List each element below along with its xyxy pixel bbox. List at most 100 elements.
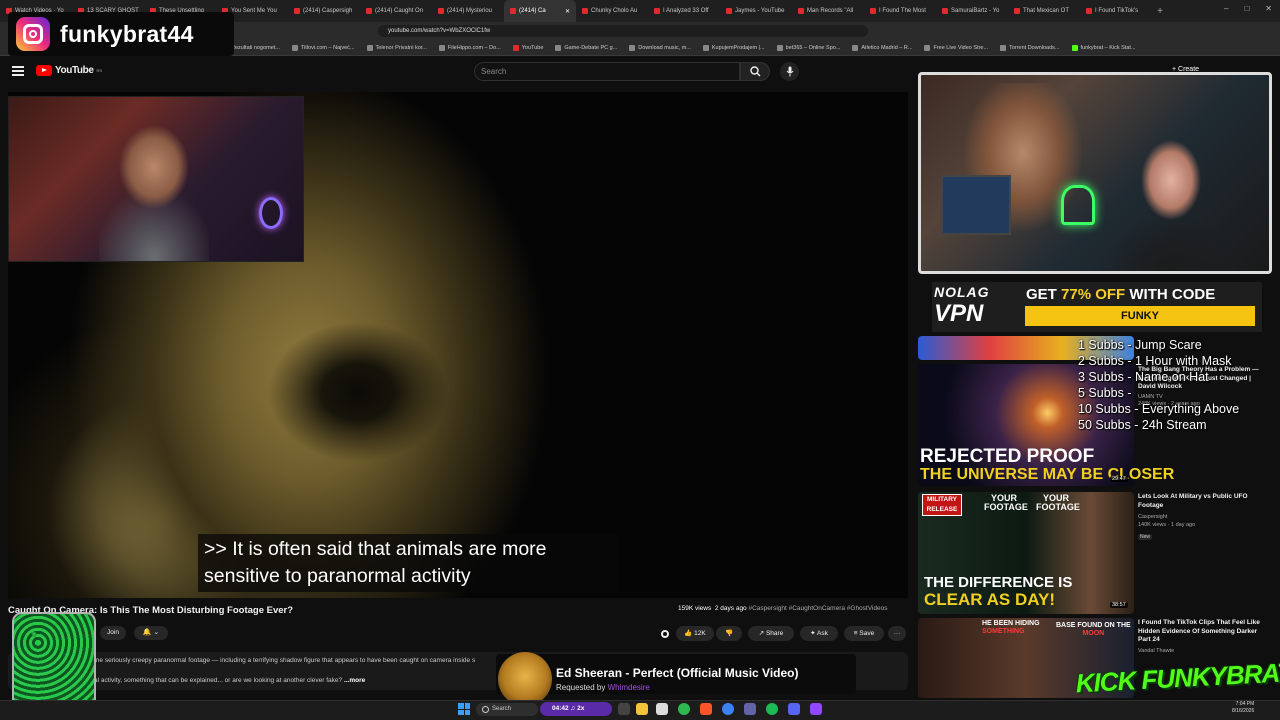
bookmark[interactable]: Game-Debate PC g... (555, 44, 617, 51)
browser-tab[interactable]: That Mexican OT (1008, 0, 1080, 22)
thumbnail-label: YOUR FOOTAGE (1036, 493, 1080, 512)
window-controls: – □ ✕ (1224, 4, 1272, 13)
gear-icon[interactable] (660, 629, 670, 639)
instagram-overlay: funkybrat44 (8, 12, 234, 56)
instagram-icon (16, 17, 50, 51)
youtube-icon (726, 8, 732, 14)
bookmark[interactable]: Download music, m... (629, 44, 691, 51)
song-title: Ed Sheeran - Perfect (Official Music Vid… (556, 666, 799, 680)
menu-icon[interactable] (12, 66, 24, 76)
browser-tab[interactable]: Chunky Cholo Au (576, 0, 648, 22)
more-actions-button[interactable]: ··· (888, 626, 906, 641)
search-input[interactable]: Search (474, 62, 740, 81)
bookmark-icon (702, 44, 709, 51)
description-text: me seriously creepy paranormal footage —… (94, 657, 476, 664)
edge-icon[interactable] (722, 703, 734, 715)
join-button[interactable]: Join (100, 626, 126, 640)
browser-tab-active[interactable]: (2414) Ca ✕ (504, 0, 576, 22)
taskbar-search[interactable]: Search (476, 703, 538, 716)
task-view-icon[interactable] (618, 703, 630, 715)
thumbnail-text: HE BEEN HIDING SOMETHING (982, 620, 1040, 635)
search-button[interactable] (740, 62, 770, 81)
bookmark[interactable]: Torrent Downloads... (1000, 44, 1060, 51)
browser-tab[interactable]: (2414) Mysteriou (432, 0, 504, 22)
bookmark[interactable]: Titlovi.com – Najveć... (291, 44, 355, 51)
browser-tab[interactable]: I Analyzed 33 Off (648, 0, 720, 22)
discord-icon[interactable] (788, 703, 800, 715)
video-title[interactable]: I Found The TikTok Clips That Feel Like … (1138, 619, 1270, 645)
bookmark-icon (1000, 44, 1007, 51)
streamer-webcam (8, 96, 304, 262)
twitch-icon[interactable] (810, 703, 822, 715)
browser-tab[interactable]: I Found TikTok's (1080, 0, 1152, 22)
thumbnail-text: REJECTED PROOF THE UNIVERSE MAY BE CLOSE… (920, 446, 1175, 483)
ask-button[interactable]: ✦ Ask (800, 626, 838, 641)
sub-goal: 10 Subbs - Everything Above (1078, 402, 1240, 416)
youtube-icon (942, 8, 948, 14)
bookmark[interactable]: Free Live Video Stre... (924, 44, 988, 51)
notification-bell-button[interactable]: 🔔 ⌄ (134, 626, 168, 640)
sub-goal: 50 Subbs - 24h Stream (1078, 418, 1207, 432)
video-stats: 159K views 2 days ago #Caspersight #Caug… (678, 605, 888, 612)
bookmark[interactable]: YouTube (512, 44, 543, 51)
bookmark[interactable]: KupujemProdajem |... (702, 44, 765, 51)
song-artwork (498, 652, 552, 706)
guest (1111, 135, 1241, 271)
bookmark[interactable]: Atletico Madrid – R... (852, 44, 912, 51)
browser-tab[interactable]: (2414) Caspersigh (288, 0, 360, 22)
thumbnail-label: YOUR FOOTAGE (984, 493, 1028, 512)
youtube-icon (1086, 8, 1092, 14)
store-icon[interactable] (656, 703, 668, 715)
like-button[interactable]: 👍 12K (676, 626, 714, 641)
bookmark-icon (924, 44, 931, 51)
close-tab-icon[interactable]: ✕ (565, 8, 570, 15)
brave-icon[interactable] (700, 703, 712, 715)
bookmark-icon (366, 44, 373, 51)
bookmark-icon (512, 44, 519, 51)
thumbnail-label: MILITARY RELEASE (922, 494, 962, 516)
show-more-link[interactable]: ...more (344, 677, 365, 684)
bookmark[interactable]: FileHippo.com – Do... (438, 44, 501, 51)
sub-goal: 5 Subbs - (1078, 386, 1132, 400)
ad-code: FUNKY (1025, 306, 1255, 326)
sub-goals-overlay: 1 Subbs - Jump Scare 2 Subbs - 1 Hour wi… (1078, 337, 1239, 433)
voice-search-button[interactable] (780, 62, 799, 81)
chrome-icon[interactable] (678, 703, 690, 715)
create-button[interactable]: + Create (1172, 66, 1199, 73)
thumbnail-text: BASE FOUND ON THE MOON (1056, 622, 1131, 637)
url-field[interactable]: youtube.com/watch?v=WbZXOClC1fw (378, 25, 868, 37)
youtube-logo[interactable]: YouTube RS (36, 65, 102, 76)
monitor (941, 175, 1011, 235)
teams-icon[interactable] (744, 703, 756, 715)
dislike-button[interactable]: 👎 (716, 626, 742, 641)
browser-tab[interactable]: Jaymes - YouTube (720, 0, 792, 22)
channel-name[interactable]: Caspersight (1138, 514, 1258, 521)
spotify-icon[interactable] (766, 703, 778, 715)
bottle-overlay-graphic (12, 612, 96, 712)
media-widget[interactable]: 04:42 ♫ 2x (540, 702, 612, 716)
windows-start-icon[interactable] (458, 703, 470, 715)
video-title[interactable]: Lets Look At Military vs Public UFO Foot… (1138, 493, 1270, 510)
share-button[interactable]: ↗ Share (748, 626, 794, 641)
browser-tab[interactable]: Man Records "All (792, 0, 864, 22)
minimize-button[interactable]: – (1224, 4, 1228, 13)
browser-tab[interactable]: SamuraiBartz - Yo (936, 0, 1008, 22)
search-icon (749, 66, 760, 77)
browser-tab[interactable]: (2414) Caught On (360, 0, 432, 22)
channel-name[interactable]: Vandal Thawte (1138, 648, 1258, 655)
new-tab-button[interactable]: + (1152, 6, 1168, 17)
guest-webcam (918, 72, 1272, 274)
microphone-icon (786, 66, 793, 77)
file-explorer-icon[interactable] (636, 703, 648, 715)
save-button[interactable]: ≡ Save (844, 626, 884, 641)
browser-tab[interactable]: I Found The Most (864, 0, 936, 22)
duration-badge: 29:47 (1110, 476, 1128, 482)
youtube-icon (438, 8, 444, 14)
maximize-button[interactable]: □ (1244, 4, 1249, 13)
bookmark[interactable]: funkybrat – Kick Stat... (1071, 44, 1136, 51)
bookmark[interactable]: bet365 – Online Spo... (776, 44, 840, 51)
bookmark[interactable]: Telenor Privatni kor... (366, 44, 427, 51)
youtube-play-icon (36, 65, 52, 76)
close-window-button[interactable]: ✕ (1265, 4, 1272, 13)
video-meta: 140K views · 1 day ago (1138, 522, 1196, 528)
